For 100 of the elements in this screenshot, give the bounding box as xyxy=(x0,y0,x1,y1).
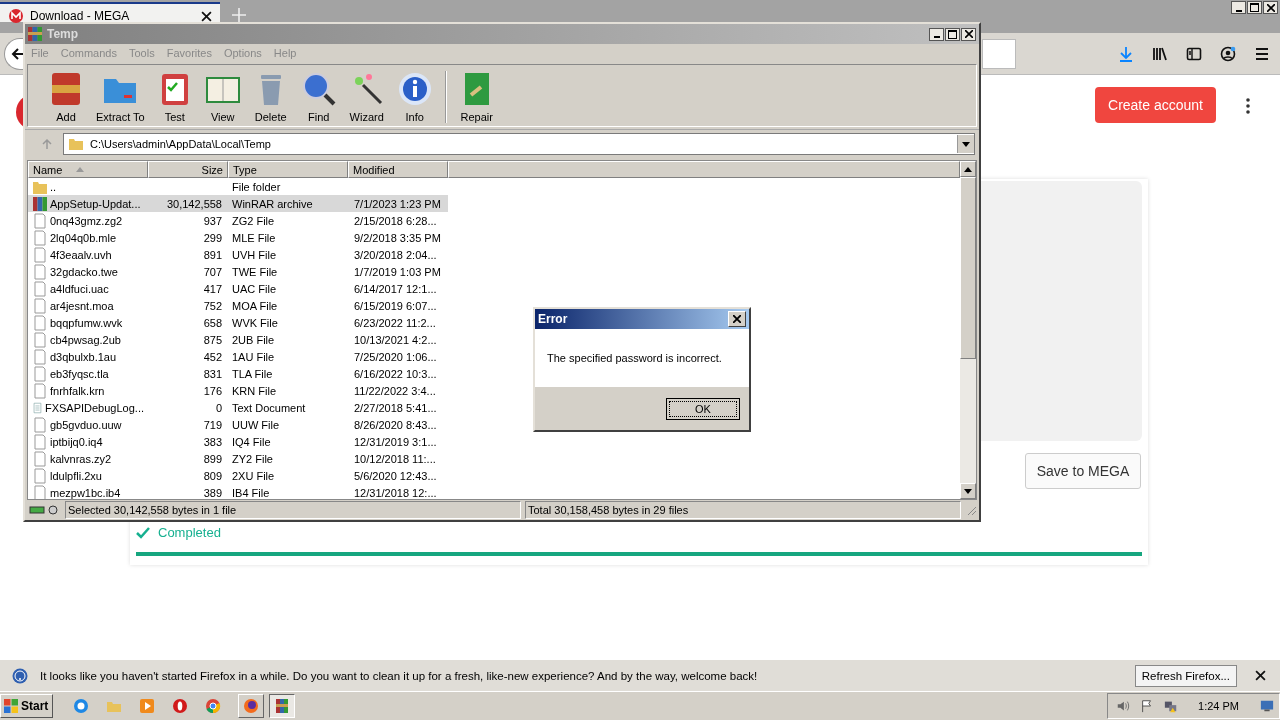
close-icon[interactable] xyxy=(1255,670,1266,681)
file-row[interactable]: 4f3eaalv.uvh 891 UVH File 3/20/2018 2:04... xyxy=(28,246,448,263)
file-type: TWE File xyxy=(232,265,278,278)
toolbar-button[interactable]: Wizard xyxy=(342,71,391,123)
close-icon[interactable] xyxy=(1263,1,1278,14)
file-row[interactable]: kalvnras.zy2 899 ZY2 File 10/12/2018 11:... xyxy=(28,450,448,467)
file-size: 937 xyxy=(203,214,222,227)
file-row[interactable]: iptbijq0.iq4 383 IQ4 File 12/31/2019 3:1... xyxy=(28,433,448,450)
file-icon xyxy=(32,433,48,450)
dropdown-button[interactable] xyxy=(957,135,974,153)
minimize-icon[interactable] xyxy=(929,27,944,41)
toolbar-button[interactable]: Add xyxy=(42,71,90,123)
file-modified: 7/25/2020 1:06... xyxy=(354,350,437,363)
file-icon xyxy=(32,467,48,484)
toolbar-button[interactable]: Delete xyxy=(246,71,295,123)
file-row[interactable]: d3qbulxb.1au 452 1AU File 7/25/2020 1:06... xyxy=(28,348,448,365)
file-name: a4ldfuci.uac xyxy=(50,282,109,295)
file-row[interactable]: 2lq04q0b.mle 299 MLE File 9/2/2018 3:35 PM xyxy=(28,229,448,246)
browser-tab[interactable]: Download - MEGA xyxy=(0,2,220,22)
restore-icon[interactable] xyxy=(1247,1,1262,14)
scroll-thumb[interactable] xyxy=(960,177,976,359)
file-name: 2lq04q0b.mle xyxy=(50,231,117,244)
file-row[interactable]: 0nq43gmz.zg2 937 ZG2 File 2/15/2018 6:28... xyxy=(28,212,448,229)
sidebar-icon[interactable] xyxy=(1186,45,1202,62)
ok-button[interactable]: OK xyxy=(666,397,740,420)
file-modified: 1/7/2019 1:03 PM xyxy=(354,265,441,278)
winrar-icon xyxy=(274,698,291,714)
file-row[interactable]: FXSAPIDebugLog... 0 Text Document 2/27/2018 5:41... xyxy=(28,399,448,416)
toolbar-button[interactable]: Find xyxy=(294,71,343,123)
file-size: 899 xyxy=(203,452,222,465)
browser-icon[interactable] xyxy=(73,698,90,714)
path-field[interactable]: C:\Users\admin\AppData\Local\Temp xyxy=(63,133,975,155)
maximize-icon[interactable] xyxy=(945,27,960,41)
toolbar-button[interactable]: Info xyxy=(390,71,439,123)
file-row[interactable]: AppSetup-Updat... 30,142,558 WinRAR archive 7/1/2023 1:23 PM xyxy=(28,195,448,212)
speaker-icon[interactable] xyxy=(1116,699,1131,713)
show-desktop-icon[interactable] xyxy=(1259,699,1275,713)
file-row[interactable]: bqqpfumw.wvk 658 WVK File 6/23/2022 11:2... xyxy=(28,314,448,331)
file-row[interactable]: ar4jesnt.moa 752 MOA File 6/15/2019 6:07... xyxy=(28,297,448,314)
file-row[interactable]: a4ldfuci.uac 417 UAC File 6/14/2017 12:1... xyxy=(28,280,448,297)
file-type: File folder xyxy=(232,180,281,193)
download-icon[interactable] xyxy=(1118,45,1134,62)
file-size: 891 xyxy=(203,248,222,261)
column-header[interactable]: Modified xyxy=(348,161,448,178)
file-type: IQ4 File xyxy=(232,435,271,448)
address-field[interactable] xyxy=(982,38,1016,69)
caret-icon xyxy=(962,141,970,147)
taskbar-button[interactable] xyxy=(269,694,296,718)
save-to-mega-button[interactable]: Save to MEGA xyxy=(1025,453,1141,489)
file-row[interactable]: eb3fyqsc.tla 831 TLA File 6/16/2022 10:3... xyxy=(28,365,448,382)
file-name: d3qbulxb.1au xyxy=(50,350,117,363)
file-type: ZY2 File xyxy=(232,452,273,465)
file-row[interactable]: gb5gvduo.uuw 719 UUW File 8/26/2020 8:43... xyxy=(28,416,448,433)
toolbar-button[interactable]: Test xyxy=(150,71,199,123)
toolbar-button[interactable]: Repair xyxy=(452,71,501,123)
tab-title: Download - MEGA xyxy=(30,9,131,23)
file-row[interactable]: cb4pwsag.2ub 875 2UB File 10/13/2021 4:2... xyxy=(28,331,448,348)
scroll-up-button[interactable] xyxy=(960,161,976,177)
file-icon xyxy=(32,229,48,246)
account-icon[interactable] xyxy=(1220,45,1236,62)
create-account-button[interactable]: Create account xyxy=(1095,87,1216,123)
close-icon[interactable] xyxy=(961,27,976,41)
toolbar-button[interactable]: Extract To xyxy=(90,71,151,123)
column-header[interactable]: Type xyxy=(228,161,348,178)
notification-text: It looks like you haven't started Firefox in a while. Do you want to clean it up for a fresh, like-new experience? And by the way, welcome back! xyxy=(40,669,759,682)
scroll-down-button[interactable] xyxy=(960,483,976,499)
network-icon[interactable] xyxy=(1164,699,1179,713)
resize-grip-icon[interactable] xyxy=(965,504,977,516)
file-size: 389 xyxy=(203,486,222,499)
minimize-icon[interactable] xyxy=(1231,1,1246,14)
status-text: Total 30,158,458 bytes in 29 files xyxy=(525,501,961,519)
refresh-firefox-button[interactable]: Refresh Firefox... xyxy=(1134,664,1237,687)
file-row[interactable]: .. File folder xyxy=(28,178,448,195)
firefox-icon xyxy=(243,698,260,714)
file-row[interactable]: 32gdacko.twe 707 TWE File 1/7/2019 1:03 PM xyxy=(28,263,448,280)
file-row[interactable]: fnrhfalk.krn 176 KRN File 11/22/2022 3:4... xyxy=(28,382,448,399)
menu-icon[interactable] xyxy=(1254,45,1270,62)
file-size: 831 xyxy=(203,367,222,380)
file-row[interactable]: mezpw1bc.ib4 389 IB4 File 12/31/2018 12:... xyxy=(28,484,448,499)
column-header[interactable]: Size xyxy=(148,161,228,178)
file-size: 809 xyxy=(203,469,222,482)
column-header[interactable]: Name xyxy=(28,161,148,178)
file-size: 719 xyxy=(203,418,222,431)
file-name: 32gdacko.twe xyxy=(50,265,118,278)
file-modified: 5/6/2020 12:43... xyxy=(354,469,437,482)
status-text: Selected 30,142,558 bytes in 1 file xyxy=(65,501,521,519)
file-row[interactable]: ldulpfli.2xu 809 2XU File 5/6/2020 12:43... xyxy=(28,467,448,484)
file-modified: 2/27/2018 5:41... xyxy=(354,401,437,414)
file-name: iptbijq0.iq4 xyxy=(50,435,103,448)
close-icon[interactable] xyxy=(201,10,212,22)
library-icon[interactable] xyxy=(1152,45,1168,62)
start-button[interactable]: Start xyxy=(0,694,54,718)
chrome-icon[interactable] xyxy=(205,698,222,714)
file-size: 299 xyxy=(203,231,222,244)
toolbar-button[interactable]: View xyxy=(198,71,247,123)
window-title: Temp xyxy=(47,27,79,41)
opera-icon[interactable] xyxy=(172,698,189,714)
file-icon xyxy=(32,365,48,382)
more-options-icon[interactable] xyxy=(1246,98,1250,114)
file-modified: 8/26/2020 8:43... xyxy=(354,418,437,431)
